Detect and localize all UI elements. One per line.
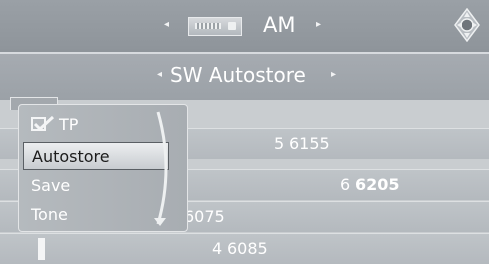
prev-source-arrow[interactable]: ◂ (164, 19, 169, 30)
station-frequency: 6085 (227, 239, 268, 258)
menu-item-label: Autostore (32, 147, 110, 166)
subheader-title: SW Autostore (170, 63, 306, 87)
menu-item-label: Save (31, 176, 71, 195)
station-preset: 4 (212, 239, 223, 258)
station-frequency: 6075 (184, 207, 225, 226)
menu-item-save[interactable]: Save (23, 172, 169, 200)
menu-item-label: TP (59, 115, 79, 134)
radio-icon (188, 17, 242, 36)
radio-screen: ◂ AM ▸ ◂ SW Autostore ▸ 5 6155 6 6205 60… (0, 0, 489, 264)
menu-scroll-indicator-icon (154, 111, 168, 226)
station-frequency: 6205 (355, 175, 400, 194)
menu-item-tp[interactable]: TP (23, 111, 169, 139)
signal-bar (38, 238, 45, 260)
station-row[interactable]: 4 6085 (0, 233, 489, 264)
next-mode-arrow[interactable]: ▸ (331, 69, 336, 80)
header-bar: ◂ AM ▸ (0, 0, 489, 52)
checkbox-checked-icon (31, 116, 55, 132)
menu-item-tone[interactable]: Tone (23, 201, 169, 229)
menu-item-label: Tone (31, 205, 68, 224)
station-preset: 6 (340, 175, 351, 194)
subheader-bar: ◂ SW Autostore ▸ (0, 52, 489, 100)
source-label: AM (263, 13, 296, 37)
menu-item-autostore[interactable]: Autostore (23, 142, 169, 170)
station-frequency: 6155 (289, 134, 330, 153)
navigation-controller-icon (454, 8, 480, 42)
station-preset: 5 (274, 134, 285, 153)
next-source-arrow[interactable]: ▸ (316, 19, 321, 30)
prev-mode-arrow[interactable]: ◂ (157, 69, 162, 80)
